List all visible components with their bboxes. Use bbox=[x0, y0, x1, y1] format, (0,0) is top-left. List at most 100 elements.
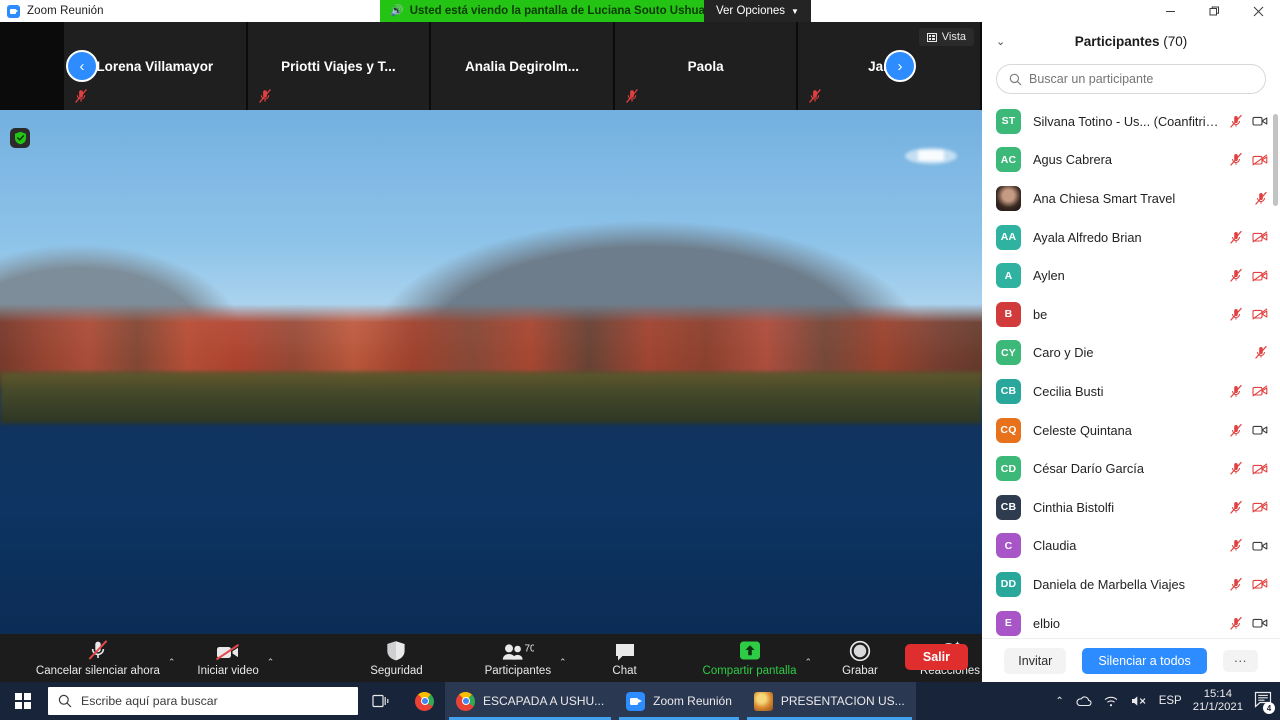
filmstrip-tile[interactable]: Analia Degirolm... bbox=[431, 22, 615, 110]
mic-muted-icon bbox=[1229, 461, 1243, 476]
camera-off-icon bbox=[1252, 578, 1268, 590]
chrome-logo-icon bbox=[415, 692, 434, 711]
svg-text:70: 70 bbox=[524, 643, 534, 654]
filmstrip-next-button[interactable]: › bbox=[884, 50, 916, 82]
view-button[interactable]: Vista bbox=[919, 28, 974, 46]
mute-toggle-button[interactable]: Cancelar silenciar ahora bbox=[34, 634, 162, 682]
avatar: ST bbox=[996, 109, 1021, 134]
avatar: CB bbox=[996, 379, 1021, 404]
clock-date: 21/1/2021 bbox=[1193, 701, 1243, 714]
wifi-icon[interactable] bbox=[1103, 694, 1119, 708]
start-button[interactable] bbox=[0, 682, 46, 720]
participant-row[interactable]: CD César Darío García bbox=[982, 449, 1280, 488]
mic-muted-icon bbox=[1229, 423, 1243, 438]
notifications-button[interactable]: 4 bbox=[1254, 691, 1272, 711]
participant-status-icons bbox=[1223, 461, 1268, 476]
security-button[interactable]: Seguridad bbox=[368, 634, 424, 682]
chevron-right-icon: › bbox=[898, 58, 903, 75]
camera-off-icon bbox=[1252, 270, 1268, 282]
avatar: DD bbox=[996, 572, 1021, 597]
participant-status-icons bbox=[1223, 230, 1268, 245]
camera-off-icon bbox=[1252, 501, 1268, 513]
participant-row[interactable]: E elbio bbox=[982, 604, 1280, 638]
participant-row[interactable]: AA Ayala Alfredo Brian bbox=[982, 218, 1280, 257]
chat-button[interactable]: Chat bbox=[605, 634, 645, 682]
cloud-shape bbox=[905, 148, 957, 164]
participant-row[interactable]: A Aylen bbox=[982, 256, 1280, 295]
participants-list[interactable]: ST Silvana Totino - Us... (Coanfitrión) … bbox=[982, 102, 1280, 638]
mic-muted-icon bbox=[86, 640, 110, 662]
participant-row[interactable]: C Claudia bbox=[982, 527, 1280, 566]
participants-panel: ⌄ Participantes (70) ST Silvana Totino -… bbox=[982, 22, 1280, 682]
participants-search-box[interactable] bbox=[996, 64, 1266, 94]
taskbar-clock[interactable]: 15:14 21/1/2021 bbox=[1193, 688, 1243, 714]
audio-options-caret[interactable]: ⌃ bbox=[162, 638, 182, 686]
filmstrip-tile[interactable]: Priotti Viajes y T... bbox=[248, 22, 432, 110]
participant-row[interactable]: CB Cinthia Bistolfi bbox=[982, 488, 1280, 527]
taskbar-app-chrome-escapada[interactable]: ESCAPADA A USHU... bbox=[445, 682, 615, 720]
zoom-app-icon bbox=[7, 5, 20, 18]
mic-muted-icon bbox=[1229, 114, 1243, 129]
mic-muted-icon bbox=[1229, 577, 1243, 592]
participant-name: Caro y Die bbox=[1033, 345, 1248, 360]
participant-row[interactable]: ST Silvana Totino - Us... (Coanfitrión) bbox=[982, 102, 1280, 141]
participant-row[interactable]: B be bbox=[982, 295, 1280, 334]
record-label: Grabar bbox=[842, 665, 878, 677]
mic-muted-icon bbox=[1254, 345, 1268, 360]
start-video-button[interactable]: Iniciar video bbox=[195, 634, 260, 682]
filmstrip-tile[interactable]: Paola bbox=[615, 22, 799, 110]
search-input[interactable] bbox=[1029, 72, 1253, 86]
chevron-down-icon[interactable]: ⌄ bbox=[996, 35, 1005, 48]
invite-button[interactable]: Invitar bbox=[1004, 648, 1066, 674]
encryption-shield-badge[interactable] bbox=[10, 128, 30, 148]
maximize-restore-button[interactable] bbox=[1192, 0, 1236, 22]
participant-row[interactable]: CB Cecilia Busti bbox=[982, 372, 1280, 411]
share-options-caret[interactable]: ⌃ bbox=[798, 638, 818, 686]
chevron-left-icon: ‹ bbox=[80, 58, 85, 75]
avatar: CD bbox=[996, 456, 1021, 481]
record-button[interactable]: Grabar bbox=[840, 634, 880, 682]
participants-options-caret[interactable]: ⌃ bbox=[553, 638, 573, 686]
participant-row[interactable]: AC Agus Cabrera bbox=[982, 141, 1280, 180]
language-indicator[interactable]: ESP bbox=[1159, 695, 1182, 707]
zoom-logo-icon bbox=[626, 692, 645, 711]
tray-expand-chevron-icon[interactable]: ⌃ bbox=[1055, 696, 1063, 707]
mute-all-button[interactable]: Silenciar a todos bbox=[1082, 648, 1206, 674]
window-titlebar: Zoom Reunión 🔊 Usted está viendo la pant… bbox=[0, 0, 1280, 22]
participant-row[interactable]: CY Caro y Die bbox=[982, 334, 1280, 373]
video-options-caret[interactable]: ⌃ bbox=[261, 638, 281, 686]
avatar: CQ bbox=[996, 418, 1021, 443]
chrome-logo-icon bbox=[456, 692, 475, 711]
participant-row[interactable]: DD Daniela de Marbella Viajes bbox=[982, 565, 1280, 604]
participant-row[interactable]: Ana Chiesa Smart Travel bbox=[982, 179, 1280, 218]
volume-muted-icon[interactable] bbox=[1130, 694, 1148, 708]
participant-name: César Darío García bbox=[1033, 461, 1223, 476]
participants-button[interactable]: 70 Participantes bbox=[483, 634, 553, 682]
taskbar-app-powerpoint[interactable]: PRESENTACION US... bbox=[743, 682, 916, 720]
task-view-button[interactable] bbox=[358, 682, 404, 720]
taskbar-chrome-icon[interactable] bbox=[404, 682, 445, 720]
participant-status-icons bbox=[1223, 384, 1268, 399]
avatar: C bbox=[996, 533, 1021, 558]
camera-on-icon bbox=[1252, 617, 1268, 629]
participant-status-icons bbox=[1223, 152, 1268, 167]
avatar: E bbox=[996, 611, 1021, 636]
mic-muted-icon bbox=[1229, 230, 1243, 245]
participants-search-wrapper bbox=[982, 60, 1280, 102]
taskbar-search-box[interactable]: Escribe aquí para buscar bbox=[48, 687, 358, 715]
more-options-button[interactable]: ··· bbox=[1223, 650, 1258, 672]
onedrive-icon[interactable] bbox=[1075, 694, 1092, 708]
close-button[interactable] bbox=[1236, 0, 1280, 22]
zoom-meeting-window: Zoom Reunión 🔊 Usted está viendo la pant… bbox=[0, 0, 1280, 720]
share-screen-label: Compartir pantalla bbox=[703, 665, 797, 677]
minimize-button[interactable] bbox=[1148, 0, 1192, 22]
taskbar-app-zoom[interactable]: Zoom Reunión bbox=[615, 682, 743, 720]
leave-meeting-button[interactable]: Salir bbox=[905, 644, 968, 670]
view-options-button[interactable]: Ver Opciones ▼ bbox=[704, 0, 811, 22]
share-screen-button[interactable]: Compartir pantalla bbox=[701, 634, 799, 682]
participants-scrollbar-thumb[interactable] bbox=[1273, 114, 1278, 206]
mic-muted-icon bbox=[1229, 384, 1243, 399]
avatar: CB bbox=[996, 495, 1021, 520]
filmstrip-prev-button[interactable]: ‹ bbox=[66, 50, 98, 82]
participant-row[interactable]: CQ Celeste Quintana bbox=[982, 411, 1280, 450]
